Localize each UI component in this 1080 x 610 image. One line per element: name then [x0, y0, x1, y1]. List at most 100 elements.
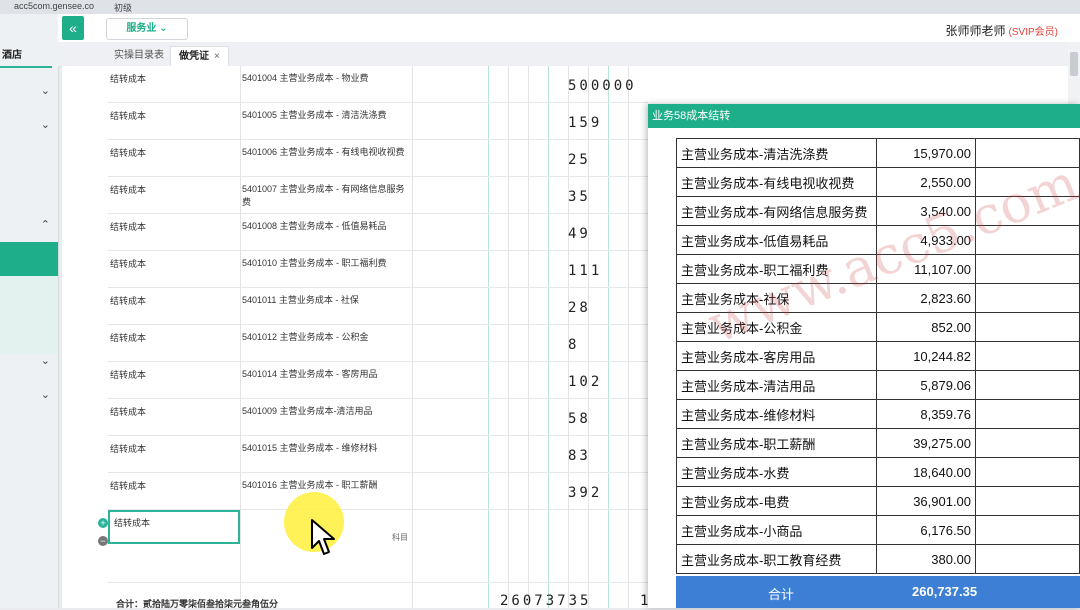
sidebar-subitems[interactable] — [0, 276, 58, 354]
row-amount[interactable]: 102 — [568, 374, 602, 390]
vip-badge: (SVIP会员) — [1008, 27, 1058, 38]
voucher-row[interactable]: 结转成本 5401011 主营业务成本 - 社保 28 — [108, 288, 648, 324]
row-divider — [108, 435, 648, 436]
row-subject[interactable]: 5401007 主营业务成本 - 有网络信息服务费 — [242, 183, 410, 209]
row-summary[interactable]: 结转成本 — [110, 146, 146, 159]
browser-url[interactable]: acc5com.gensee.co — [14, 1, 94, 11]
sidebar-item-4[interactable]: ⌄ — [0, 350, 58, 370]
cost-name: 主营业务成本-小商品 — [676, 515, 877, 545]
close-icon[interactable]: × — [214, 51, 220, 62]
total-in-words: 合计：贰拾陆万零柒佰叁拾柒元叁角伍分 — [116, 599, 279, 609]
row-subject[interactable]: 5401012 主营业务成本 - 公积金 — [242, 331, 410, 344]
row-amount[interactable]: 159 — [568, 115, 602, 131]
row-amount[interactable]: 111 — [568, 263, 602, 279]
row-summary[interactable]: 结转成本 — [110, 405, 146, 418]
voucher-row[interactable]: 结转成本 5401005 主营业务成本 - 清洁洗涤费 159 — [108, 103, 648, 139]
row-amount[interactable]: 25 — [568, 152, 591, 168]
mouse-pointer-icon — [311, 519, 335, 555]
row-summary[interactable]: 结转成本 — [110, 220, 146, 233]
table-row: 主营业务成本-小商品 6,176.50 — [676, 515, 1080, 545]
scrollbar-thumb[interactable] — [1070, 52, 1078, 76]
table-row: 主营业务成本-职工薪酬 39,275.00 — [676, 428, 1080, 458]
row-summary[interactable]: 结转成本 — [110, 331, 146, 344]
row-subject[interactable]: 5401016 主营业务成本 - 职工薪酬 — [242, 479, 410, 492]
chevron-down-icon: ⌄ — [40, 355, 50, 367]
cost-value: 8,359.76 — [875, 399, 977, 429]
row-amount[interactable]: 392 — [568, 485, 602, 501]
sidebar-item-1[interactable]: ⌄ — [0, 80, 58, 100]
row-summary[interactable]: 结转成本 — [110, 183, 146, 196]
voucher-row[interactable]: 结转成本 5401004 主营业务成本 - 物业费 500000 — [108, 66, 648, 102]
industry-dropdown[interactable]: 服务业 ⌄ — [106, 18, 188, 40]
voucher-row[interactable]: 结转成本 5401016 主营业务成本 - 职工薪酬 392 — [108, 473, 648, 509]
collapse-sidebar-button[interactable]: « — [62, 16, 84, 40]
sidebar-item-3[interactable]: ⌃ — [0, 214, 58, 234]
total-value: 260,737.35 — [912, 584, 978, 599]
row-amount[interactable]: 35 — [568, 189, 591, 205]
cost-name: 主营业务成本-职工教育经费 — [676, 544, 877, 574]
voucher-row[interactable]: 结转成本 5401012 主营业务成本 - 公积金 8 — [108, 325, 648, 361]
row-divider — [108, 250, 648, 251]
remove-row-icon[interactable]: − — [98, 536, 108, 546]
browser-bar: acc5com.gensee.co 初级 — [0, 0, 1080, 15]
voucher-row[interactable]: 结转成本 5401015 主营业务成本 - 维修材料 83 — [108, 436, 648, 472]
row-amount[interactable]: 8 — [568, 337, 579, 353]
row-subject[interactable]: 5401006 主营业务成本 - 有线电视收视费 — [242, 146, 410, 159]
total-row: 合计 260,737.35 — [676, 576, 1080, 608]
cost-value: 380.00 — [875, 544, 977, 574]
voucher-row[interactable]: 结转成本 5401007 主营业务成本 - 有网络信息服务费 35 — [108, 177, 648, 213]
tab-bar: 实操目录表 做凭证 × — [58, 42, 1080, 67]
row-amount[interactable]: 58 — [568, 411, 591, 427]
sidebar-item-5[interactable]: ⌄ — [0, 384, 58, 404]
row-summary[interactable]: 结转成本 — [110, 442, 146, 455]
cost-value: 5,879.06 — [875, 370, 977, 400]
sidebar-item-active[interactable] — [0, 242, 58, 276]
row-subject[interactable]: 5401015 主营业务成本 - 维修材料 — [242, 442, 410, 455]
row-subject[interactable]: 5401011 主营业务成本 - 社保 — [242, 294, 410, 307]
cost-name: 主营业务成本-客房用品 — [676, 341, 877, 371]
row-summary[interactable]: 结转成本 — [110, 72, 146, 85]
voucher-row[interactable]: 结转成本 5401010 主营业务成本 - 职工福利费 111 — [108, 251, 648, 287]
row-subject[interactable]: 5401009 主营业务成本-清洁用品 — [242, 405, 410, 418]
sidebar-item-2[interactable]: ⌄ — [0, 114, 58, 134]
tab-make-voucher[interactable]: 做凭证 × — [170, 46, 229, 67]
summary-input[interactable]: 结转成本 — [108, 510, 240, 544]
voucher-row[interactable]: 结转成本 5401008 主营业务成本 - 低值易耗品 49 — [108, 214, 648, 250]
chevron-down-icon: ⌄ — [40, 389, 50, 401]
row-summary[interactable]: 结转成本 — [110, 109, 146, 122]
voucher-row[interactable]: 结转成本 5401006 主营业务成本 - 有线电视收视费 25 — [108, 140, 648, 176]
cost-name: 主营业务成本-清洁用品 — [676, 370, 877, 400]
cost-value: 18,640.00 — [875, 457, 977, 487]
row-summary[interactable]: 结转成本 — [110, 368, 146, 381]
row-subject[interactable]: 5401014 主营业务成本 - 客房用品 — [242, 368, 410, 381]
empty-cell — [975, 399, 1080, 429]
row-divider — [108, 398, 648, 399]
browser-tab[interactable]: 初级 — [114, 1, 132, 14]
row-divider — [108, 324, 648, 325]
user-info[interactable]: 张师师老师 (SVIP会员) — [946, 22, 1058, 39]
cost-name: 主营业务成本-有网络信息服务费 — [676, 196, 877, 226]
row-subject[interactable]: 5401008 主营业务成本 - 低值易耗品 — [242, 220, 410, 233]
row-subject[interactable]: 5401004 主营业务成本 - 物业费 — [242, 72, 410, 85]
row-subject[interactable]: 5401010 主营业务成本 - 职工福利费 — [242, 257, 410, 270]
add-row-icon[interactable]: + — [98, 518, 108, 528]
tab-practice-catalog[interactable]: 实操目录表 — [106, 46, 172, 66]
row-summary[interactable]: 结转成本 — [110, 479, 146, 492]
subject-placeholder[interactable]: 科目 — [392, 532, 408, 543]
row-amount[interactable]: 500000 — [568, 78, 637, 94]
sidebar-title: 酒店 — [2, 50, 22, 61]
row-amount[interactable]: 49 — [568, 226, 591, 242]
cost-name: 主营业务成本-职工薪酬 — [676, 428, 877, 458]
row-summary[interactable]: 结转成本 — [110, 257, 146, 270]
row-amount[interactable]: 28 — [568, 300, 591, 316]
sidebar: 酒店 ⌄ ⌄ ⌃ ⌄ ⌄ — [0, 14, 59, 608]
voucher-table: 结转成本 5401004 主营业务成本 - 物业费 500000 结转成本 54010… — [108, 66, 683, 609]
voucher-row[interactable]: 结转成本 5401014 主营业务成本 - 客房用品 102 — [108, 362, 648, 398]
row-summary[interactable]: 结转成本 — [110, 294, 146, 307]
row-amount[interactable]: 83 — [568, 448, 591, 464]
row-subject[interactable]: 5401005 主营业务成本 - 清洁洗涤费 — [242, 109, 410, 122]
voucher-row[interactable]: 结转成本 5401009 主营业务成本-清洁用品 58 — [108, 399, 648, 435]
total-debit: 26073735 — [500, 593, 592, 609]
table-row: 主营业务成本-职工教育经费 380.00 — [676, 544, 1080, 574]
chevron-down-icon: ⌄ — [40, 85, 50, 97]
